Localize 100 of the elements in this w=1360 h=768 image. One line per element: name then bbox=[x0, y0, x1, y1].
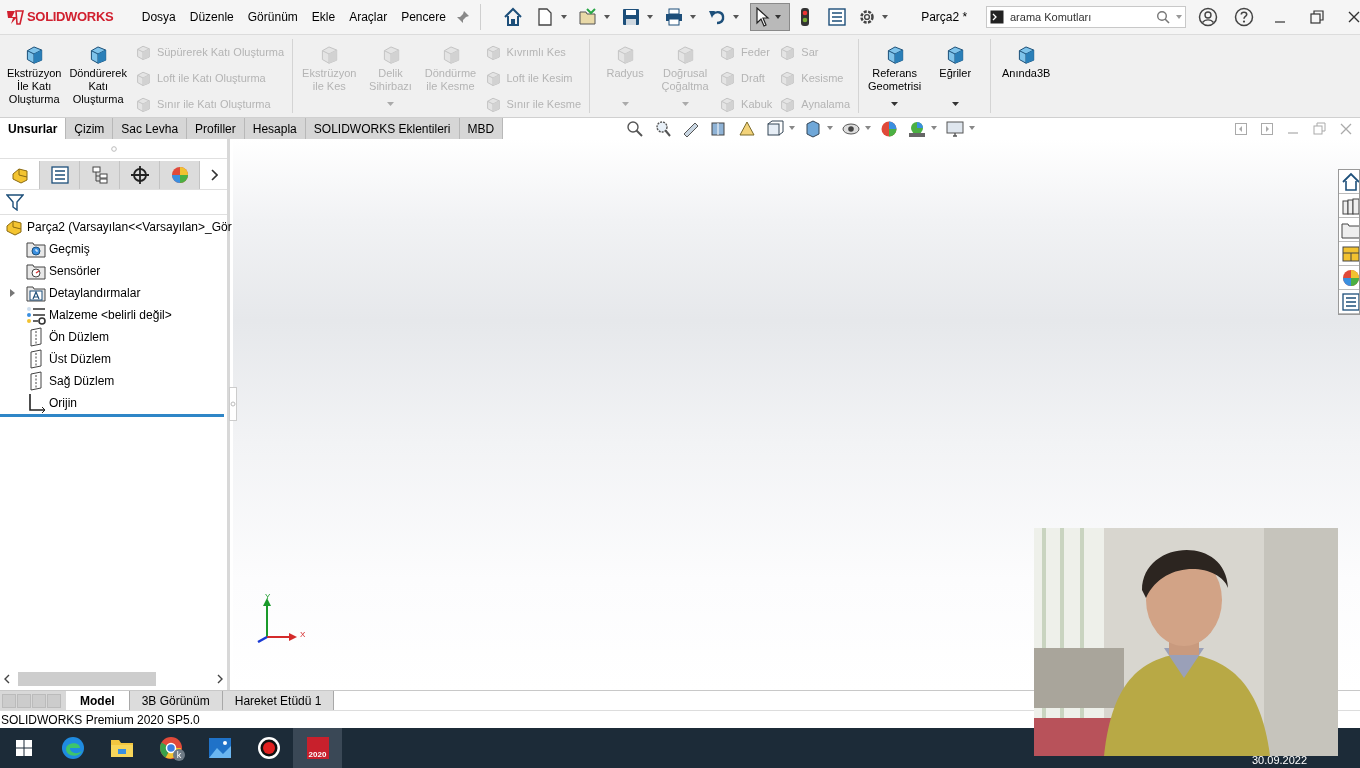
search-input[interactable]: arama Komutları bbox=[1010, 8, 1150, 26]
home-icon[interactable] bbox=[1341, 171, 1359, 192]
caret-icon[interactable] bbox=[645, 14, 654, 20]
properties-icon[interactable] bbox=[1341, 291, 1359, 312]
tab[interactable]: SOLIDWORKS Eklentileri bbox=[305, 118, 460, 139]
tree-item[interactable]: Malzeme <belirli değil> bbox=[49, 306, 172, 324]
cube-icon bbox=[718, 95, 737, 113]
part-icon bbox=[9, 165, 30, 185]
tree-item[interactable]: Sağ Düzlem bbox=[49, 372, 115, 390]
pin-icon[interactable] bbox=[455, 10, 470, 24]
windows-start-icon[interactable] bbox=[16, 740, 32, 756]
caret-icon bbox=[1176, 14, 1182, 20]
history-icon bbox=[26, 239, 46, 259]
cube-icon bbox=[718, 69, 737, 87]
annotation-icon bbox=[26, 283, 46, 303]
tab[interactable]: Profiller bbox=[187, 118, 245, 139]
record-icon bbox=[256, 736, 281, 760]
target-icon bbox=[129, 165, 150, 185]
search-field[interactable]: arama Komutları bbox=[986, 6, 1186, 28]
taskbar-button[interactable]: k bbox=[146, 728, 195, 768]
expand-arrow-icon[interactable] bbox=[9, 289, 15, 297]
caret-icon[interactable] bbox=[731, 14, 740, 20]
logo-icon bbox=[5, 8, 25, 26]
view-palette-icon[interactable] bbox=[1341, 243, 1359, 264]
caret-icon[interactable] bbox=[789, 126, 796, 131]
select-tool-button[interactable] bbox=[749, 3, 791, 31]
status-text: SOLIDWORKS Premium 2020 SP5.0 bbox=[0, 711, 200, 729]
ribbon-button[interactable]: Döndürerek Katı Oluşturma bbox=[66, 39, 130, 113]
chrome-icon bbox=[158, 736, 183, 760]
menu-item[interactable]: Pencere bbox=[394, 5, 453, 29]
document-title: Parça2 * bbox=[921, 9, 969, 26]
help-icon[interactable] bbox=[1234, 7, 1254, 27]
caret-icon[interactable] bbox=[559, 14, 568, 20]
origin-icon bbox=[26, 393, 46, 413]
save-icon[interactable] bbox=[620, 7, 641, 27]
monitor-icon[interactable] bbox=[945, 118, 966, 139]
tree-item[interactable]: Geçmiş bbox=[49, 240, 90, 258]
open-folder-icon[interactable] bbox=[577, 7, 598, 27]
filter-icon[interactable] bbox=[6, 193, 24, 211]
tab[interactable]: Hareket Etüdü 1 bbox=[222, 691, 335, 710]
tab[interactable]: Hesapla bbox=[244, 118, 306, 139]
tab[interactable]: Çizim bbox=[66, 118, 114, 139]
home-icon[interactable] bbox=[502, 7, 523, 27]
appearance-ball-icon[interactable] bbox=[1341, 267, 1359, 288]
splitter-handle-icon[interactable] bbox=[110, 145, 117, 152]
tile-left-icon[interactable] bbox=[1235, 122, 1247, 135]
axis-label: Y bbox=[265, 591, 271, 603]
panel-tab[interactable] bbox=[120, 161, 160, 189]
axis-label: X bbox=[300, 629, 306, 641]
print-icon[interactable] bbox=[663, 7, 684, 27]
ribbon-button[interactable]: Referans Geometrisi bbox=[865, 39, 925, 113]
caret-icon[interactable] bbox=[865, 126, 872, 131]
tile-right-icon[interactable] bbox=[1261, 122, 1273, 135]
app-version: 2020 bbox=[308, 750, 327, 759]
tree-item[interactable]: Ön Düzlem bbox=[49, 328, 110, 346]
menu-item[interactable]: Araçlar bbox=[342, 5, 395, 29]
tree-item[interactable]: Detaylandırmalar bbox=[49, 284, 141, 302]
command-prompt-icon bbox=[990, 10, 1004, 24]
cube-icon bbox=[778, 95, 797, 113]
app-name: SOLIDWORKS bbox=[27, 8, 114, 27]
properties-icon bbox=[49, 165, 70, 185]
settings-icon[interactable] bbox=[858, 8, 877, 26]
library-icon[interactable] bbox=[1341, 195, 1359, 216]
caret-icon[interactable] bbox=[602, 14, 611, 20]
caret-icon[interactable] bbox=[931, 126, 938, 131]
caret-icon[interactable] bbox=[827, 126, 834, 131]
splitter-handle-icon[interactable] bbox=[229, 387, 237, 421]
ribbon-button[interactable]: Anında3B bbox=[997, 39, 1056, 113]
view-orientation-icon[interactable] bbox=[765, 118, 786, 139]
cube-icon bbox=[718, 43, 737, 61]
menu-item[interactable]: Görünüm bbox=[240, 5, 305, 29]
ribbon-button[interactable]: Ekstrüzyon İle Katı Oluşturma bbox=[4, 39, 65, 113]
traffic-light-icon[interactable] bbox=[800, 7, 811, 27]
menu-item[interactable]: Dosya bbox=[134, 5, 183, 29]
options-list-icon[interactable] bbox=[828, 8, 847, 26]
user-icon[interactable] bbox=[1198, 7, 1218, 27]
close-icon[interactable] bbox=[1348, 11, 1360, 23]
chevron-right-icon[interactable] bbox=[209, 169, 218, 181]
edge-icon bbox=[60, 736, 85, 760]
chevron-left-icon bbox=[4, 674, 10, 684]
appearance-icon bbox=[169, 165, 190, 185]
sensor-icon bbox=[26, 261, 46, 281]
caret-icon[interactable] bbox=[969, 126, 976, 131]
tree-item[interactable]: Üst Düzlem bbox=[49, 350, 111, 368]
caret-icon[interactable] bbox=[688, 14, 697, 20]
tab[interactable]: MBD bbox=[459, 118, 504, 139]
tab[interactable]: Sac Levha bbox=[113, 118, 188, 139]
caret-icon[interactable] bbox=[881, 14, 890, 20]
tree-item[interactable]: Orijin bbox=[49, 394, 77, 412]
menu-item[interactable]: Ekle bbox=[304, 5, 343, 29]
restore-icon[interactable] bbox=[1310, 10, 1324, 24]
taskbar-button[interactable]: 2020 bbox=[293, 728, 342, 768]
cube-icon bbox=[778, 69, 797, 87]
search-icon bbox=[1156, 10, 1170, 24]
ribbon-button[interactable]: Eğriler bbox=[926, 39, 985, 113]
tab[interactable]: 3B Görünüm bbox=[129, 691, 223, 710]
tree-item[interactable]: Parça2 (Varsayılan<<Varsayılan>_Gör bbox=[27, 218, 232, 236]
zoom-area-icon[interactable] bbox=[653, 118, 674, 139]
tree-item[interactable]: Sensörler bbox=[49, 262, 101, 280]
menu-item[interactable]: Düzenle bbox=[182, 5, 241, 29]
